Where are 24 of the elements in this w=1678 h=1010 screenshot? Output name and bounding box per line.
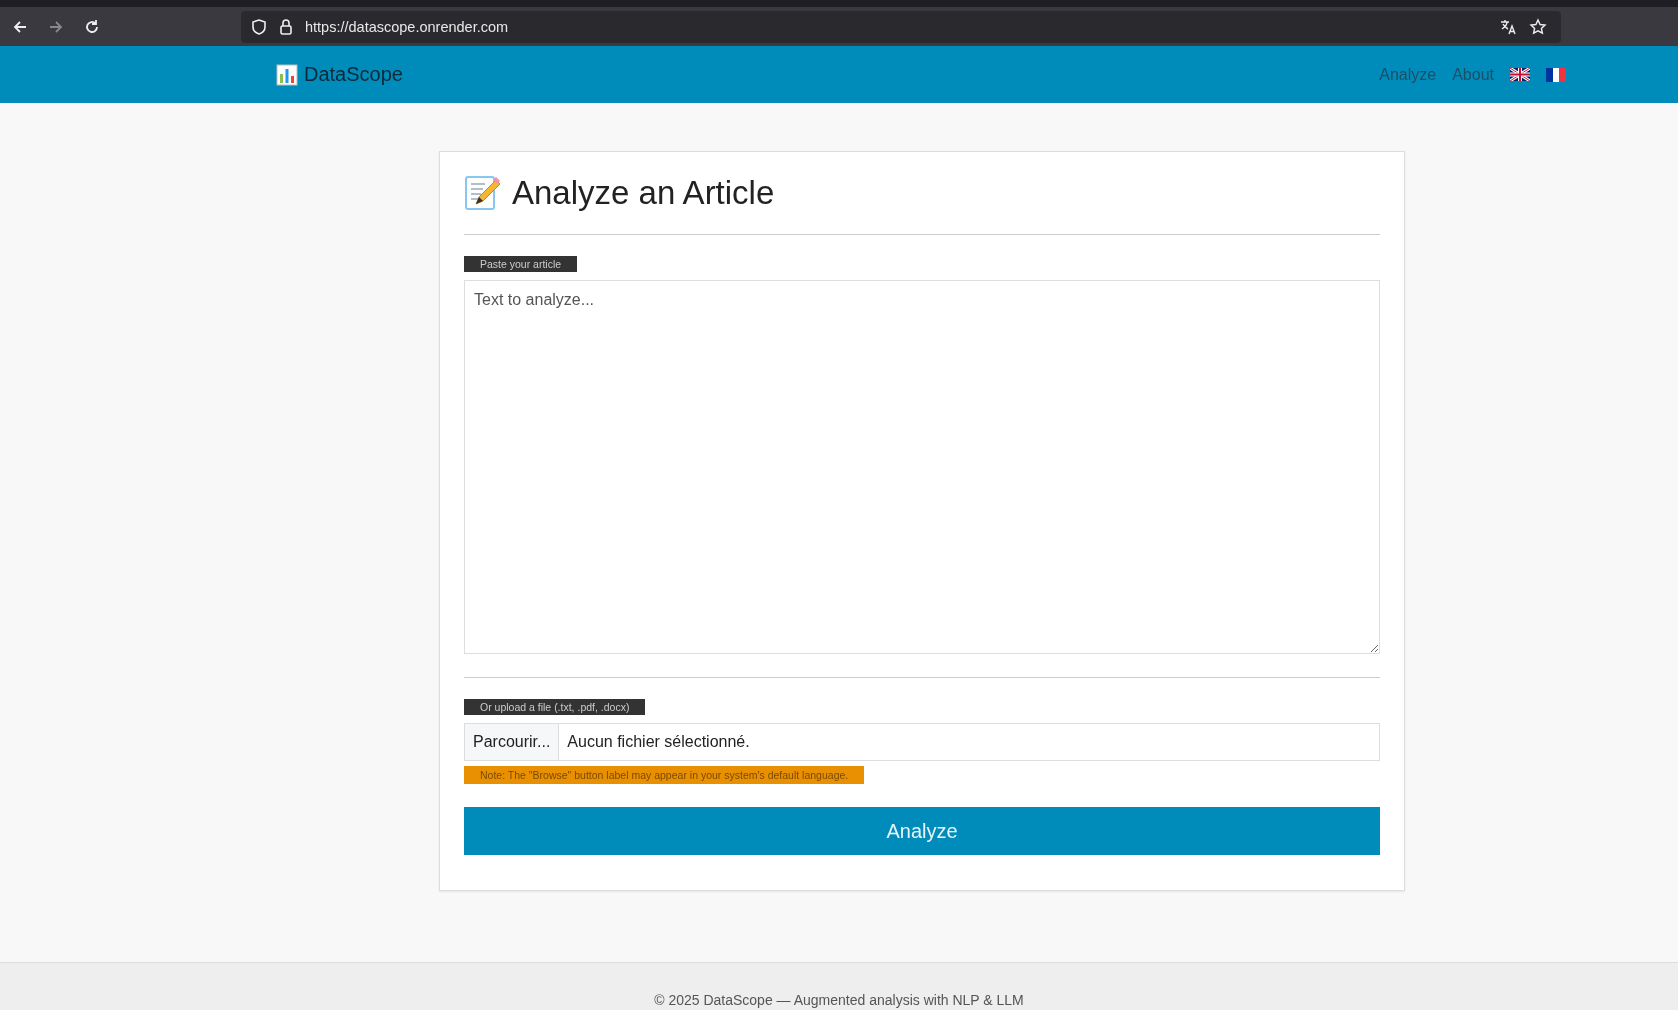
shield-icon[interactable]: [251, 17, 267, 36]
footer-text: © 2025 DataScope — Augmented analysis with NLP & LLM: [654, 992, 1024, 1010]
article-text-field[interactable]: Text to analyze...: [464, 280, 1380, 654]
page-title: Analyze an Article: [512, 174, 775, 212]
field-label: Or upload a file (.txt, .pdf, .docx): [464, 699, 646, 715]
bar-chart-icon: [276, 63, 298, 86]
star-icon[interactable]: [1529, 17, 1547, 36]
nav-link[interactable]: Analyze: [1379, 65, 1437, 84]
lock-icon: [279, 17, 293, 36]
reload-icon[interactable]: [83, 17, 101, 36]
nav-link[interactable]: About: [1452, 65, 1494, 84]
url-text: https://datascope.onrender.com: [305, 18, 509, 35]
uk-flag-icon[interactable]: [1510, 68, 1530, 81]
translate-icon[interactable]: [1499, 17, 1517, 36]
memo-pencil-icon: [464, 174, 502, 212]
brand-link[interactable]: DataScope: [304, 63, 403, 86]
address-bar[interactable]: https://datascope.onrender.com: [241, 10, 1561, 43]
france-flag-icon[interactable]: [1546, 67, 1566, 82]
note-banner: Note: The "Browse" button label may appear in your system's default language.: [464, 766, 865, 784]
field-label: Paste your article: [464, 256, 578, 272]
file-status: Aucun fichier sélectionné.: [566, 732, 751, 752]
analyze-button[interactable]: Analyze: [464, 807, 1380, 855]
file-input[interactable]: Parcourir... Aucun fichier sélectionné.: [464, 723, 1380, 761]
browse-button[interactable]: Parcourir...: [465, 724, 560, 760]
